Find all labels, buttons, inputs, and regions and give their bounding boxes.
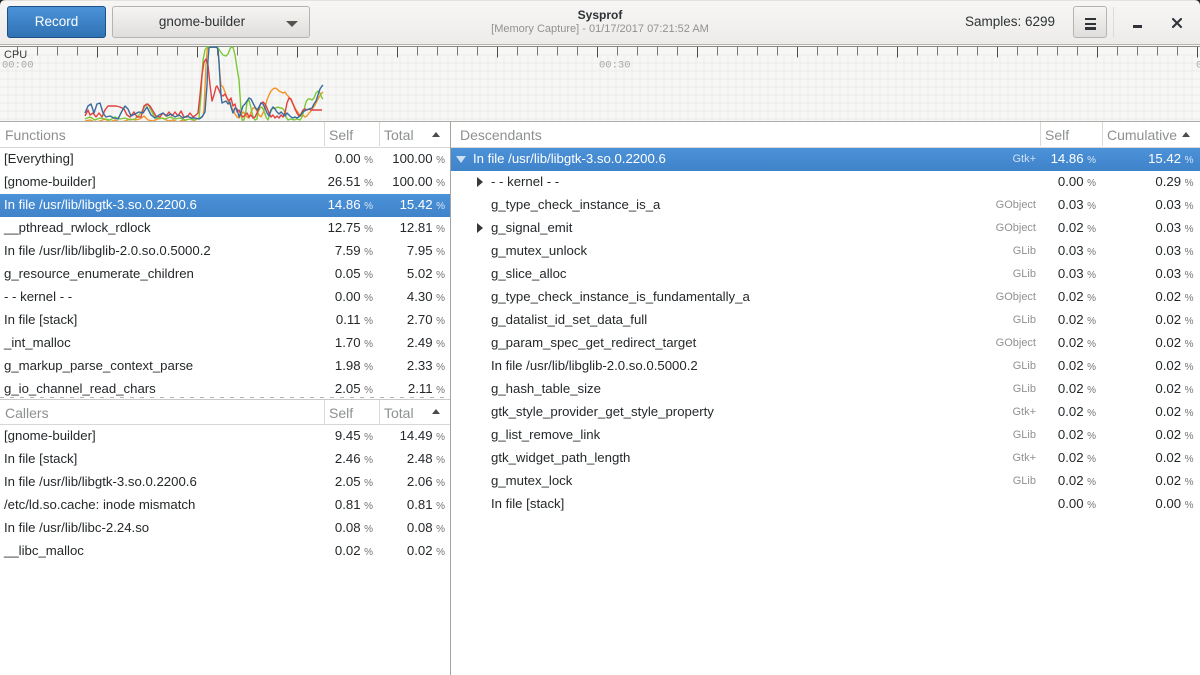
svg-text:01:00: 01:00 bbox=[1196, 59, 1200, 71]
svg-text:00:30: 00:30 bbox=[599, 59, 631, 71]
svg-text:00:00: 00:00 bbox=[2, 59, 34, 71]
